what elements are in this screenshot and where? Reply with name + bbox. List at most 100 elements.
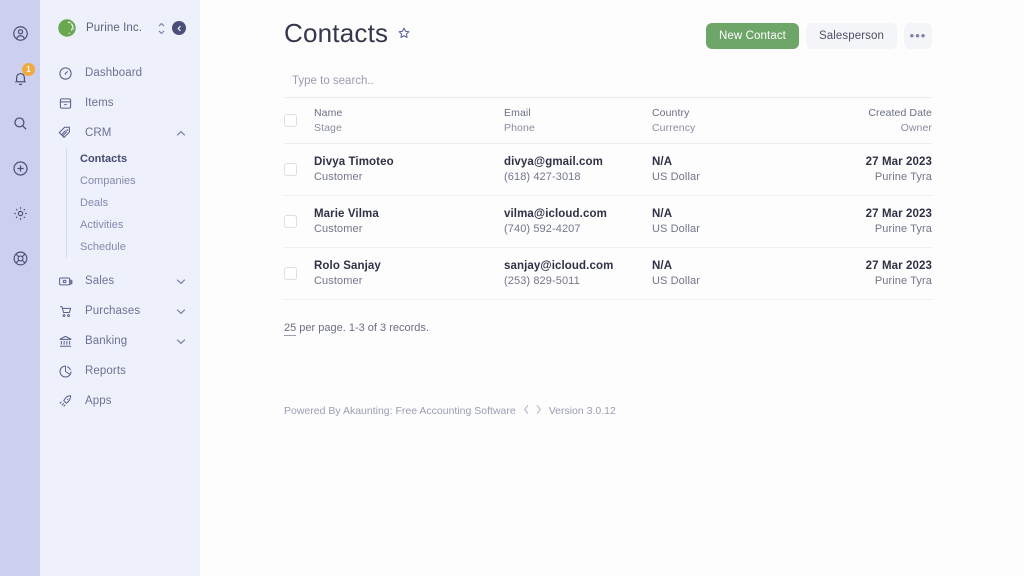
sidebar-item-label: Reports	[85, 365, 186, 377]
contact-name[interactable]: Rolo Sanjay	[314, 260, 504, 272]
table-row[interactable]: Rolo Sanjay Customer sanjay@icloud.com (…	[284, 248, 932, 300]
column-created-date[interactable]: Created Date Owner	[802, 107, 932, 134]
footer: Powered By Akaunting: Free Accounting So…	[284, 404, 932, 418]
cell-email: divya@gmail.com (618) 427-3018	[504, 156, 652, 183]
contact-stage: Customer	[314, 275, 504, 287]
select-all-cell	[284, 114, 314, 127]
row-checkbox[interactable]	[284, 267, 297, 280]
sidebar-item-dashboard[interactable]: Dashboard	[40, 58, 200, 88]
cell-name: Marie Vilma Customer	[314, 208, 504, 235]
cell-country: N/A US Dollar	[652, 208, 802, 235]
gear-icon	[12, 205, 29, 222]
banknote-icon	[56, 272, 74, 290]
sidebar-item-label: Dashboard	[85, 67, 186, 79]
contact-country: N/A	[652, 208, 802, 220]
cell-email: vilma@icloud.com (740) 592-4207	[504, 208, 652, 235]
sidebar-item-activities[interactable]: Activities	[67, 214, 200, 236]
contact-country: N/A	[652, 260, 802, 272]
table-row[interactable]: Divya Timoteo Customer divya@gmail.com (…	[284, 144, 932, 196]
column-country[interactable]: Country Currency	[652, 107, 802, 134]
column-name[interactable]: Name Stage	[314, 107, 504, 134]
cell-name: Divya Timoteo Customer	[314, 156, 504, 183]
search-bar	[284, 71, 932, 98]
contact-owner: Purine Tyra	[875, 223, 932, 235]
contact-email[interactable]: vilma@icloud.com	[504, 208, 652, 220]
per-page-select[interactable]: 25	[284, 322, 296, 336]
search-icon	[12, 115, 29, 132]
plus-circle-icon	[12, 160, 29, 177]
sidebar-item-contacts[interactable]: Contacts	[67, 148, 200, 170]
contact-created-date: 27 Mar 2023	[866, 260, 932, 272]
sidebar-item-items[interactable]: Items	[40, 88, 200, 118]
page-title: Contacts	[284, 18, 388, 48]
gauge-icon	[56, 64, 74, 82]
sidebar-item-schedule[interactable]: Schedule	[67, 236, 200, 258]
table-row[interactable]: Marie Vilma Customer vilma@icloud.com (7…	[284, 196, 932, 248]
more-actions-button[interactable]: •••	[904, 23, 932, 49]
new-contact-button[interactable]: New Contact	[706, 23, 799, 49]
contact-stage: Customer	[314, 171, 504, 183]
chevron-down-icon[interactable]	[176, 276, 186, 286]
column-header-primary: Created Date	[868, 107, 932, 119]
contact-email[interactable]: divya@gmail.com	[504, 156, 652, 168]
lifebuoy-icon	[12, 250, 29, 267]
row-checkbox[interactable]	[284, 163, 297, 176]
sidebar-item-purchases[interactable]: Purchases	[40, 296, 200, 326]
cell-created-date: 27 Mar 2023 Purine Tyra	[802, 260, 932, 287]
select-all-checkbox[interactable]	[284, 114, 297, 127]
sidebar-item-deals[interactable]: Deals	[67, 192, 200, 214]
contact-email[interactable]: sanjay@icloud.com	[504, 260, 652, 272]
user-circle-icon	[12, 25, 29, 42]
contact-name[interactable]: Divya Timoteo	[314, 156, 504, 168]
pagination-info: 25 per page. 1-3 of 3 records.	[284, 322, 932, 334]
profile-button[interactable]	[5, 18, 35, 48]
settings-button[interactable]	[5, 198, 35, 228]
table-header-row: Name Stage Email Phone Country Currency …	[284, 98, 932, 144]
contact-country: N/A	[652, 156, 802, 168]
contact-phone: (740) 592-4207	[504, 223, 652, 235]
chevron-right-icon[interactable]	[534, 404, 543, 418]
chevron-down-icon[interactable]	[176, 306, 186, 316]
contact-phone: (618) 427-3018	[504, 171, 652, 183]
company-name: Purine Inc.	[86, 22, 157, 34]
star-outline-icon[interactable]	[397, 26, 411, 40]
contact-currency: US Dollar	[652, 223, 802, 235]
sidebar-item-sales[interactable]: Sales	[40, 266, 200, 296]
sidebar-item-reports[interactable]: Reports	[40, 356, 200, 386]
notifications-button[interactable]: 1	[5, 63, 35, 93]
icon-rail: 1	[0, 0, 40, 576]
sidebar-item-label: CRM	[85, 127, 176, 139]
sidebar-item-label: Sales	[85, 275, 176, 287]
pie-chart-icon	[56, 362, 74, 380]
sidebar-item-crm[interactable]: CRM	[40, 118, 200, 148]
sidebar-item-label: Banking	[85, 335, 176, 347]
row-checkbox[interactable]	[284, 215, 297, 228]
column-email[interactable]: Email Phone	[504, 107, 652, 134]
sidebar-item-companies[interactable]: Companies	[67, 170, 200, 192]
cell-name: Rolo Sanjay Customer	[314, 260, 504, 287]
column-header-primary: Email	[504, 107, 652, 119]
column-header-primary: Country	[652, 107, 802, 119]
sort-updown-icon[interactable]	[157, 22, 167, 35]
search-input[interactable]	[284, 73, 932, 89]
sidebar-item-banking[interactable]: Banking	[40, 326, 200, 356]
sidebar-item-label: Items	[85, 97, 186, 109]
contact-created-date: 27 Mar 2023	[866, 208, 932, 220]
pagination-text: per page. 1-3 of 3 records.	[296, 322, 429, 334]
company-switcher[interactable]: Purine Inc.	[40, 0, 200, 56]
cell-created-date: 27 Mar 2023 Purine Tyra	[802, 156, 932, 183]
main-content: Contacts New Contact Salesperson •••	[200, 0, 1024, 576]
sidebar-item-apps[interactable]: Apps	[40, 386, 200, 416]
search-button[interactable]	[5, 108, 35, 138]
chevron-up-icon[interactable]	[176, 128, 186, 138]
crm-submenu: Contacts Companies Deals Activities Sche…	[66, 148, 200, 258]
chevron-left-icon[interactable]	[522, 404, 531, 418]
collapse-sidebar-button[interactable]	[172, 21, 186, 35]
quick-add-button[interactable]	[5, 153, 35, 183]
header-actions: New Contact Salesperson •••	[706, 18, 932, 49]
chevron-down-icon[interactable]	[176, 336, 186, 346]
contact-name[interactable]: Marie Vilma	[314, 208, 504, 220]
salesperson-button[interactable]: Salesperson	[806, 23, 897, 49]
row-select-cell	[284, 267, 314, 280]
help-button[interactable]	[5, 243, 35, 273]
